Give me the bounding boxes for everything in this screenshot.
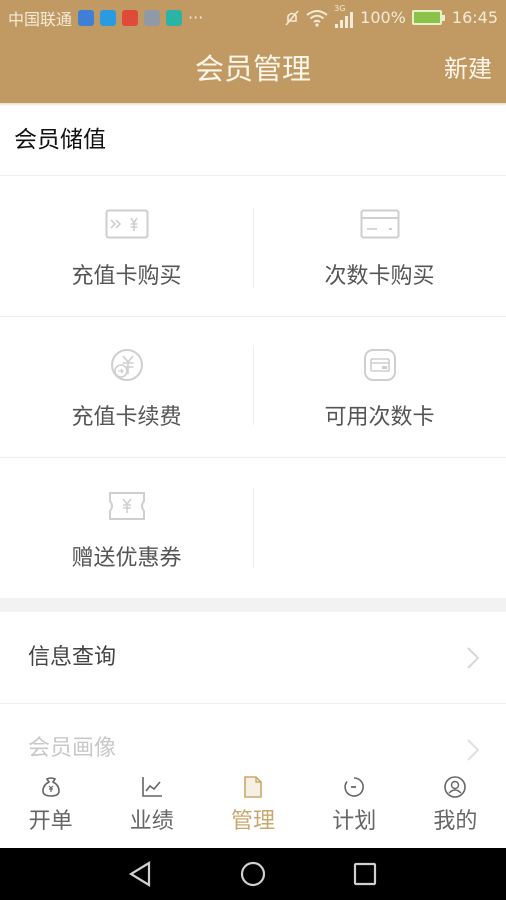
clock: 16:45 bbox=[451, 8, 498, 27]
battery-icon bbox=[411, 10, 445, 25]
grid-item-label: 充值卡续费 bbox=[71, 405, 182, 430]
bottom-tab-bar: 开单 业绩 管理 计划 我的 bbox=[0, 765, 506, 848]
chevron-right-icon bbox=[467, 739, 480, 761]
grid-item-available-count-cards[interactable]: 可用次数卡 bbox=[253, 317, 506, 458]
grid-item-label: 次数卡购买 bbox=[324, 264, 435, 289]
notification-overflow: ··· bbox=[188, 8, 204, 27]
timer-icon bbox=[344, 777, 365, 797]
network-type: 3G bbox=[334, 3, 346, 13]
grid-item-label: 赠送优惠券 bbox=[71, 546, 182, 571]
yuan-renew-icon bbox=[105, 349, 149, 381]
system-nav-bar bbox=[0, 848, 506, 900]
page-title: 会员管理 bbox=[194, 52, 311, 86]
user-circle-icon bbox=[444, 776, 467, 798]
tab-label: 开单 bbox=[28, 809, 73, 834]
tab-billing[interactable]: 开单 bbox=[0, 765, 101, 848]
signal-icon: 3G bbox=[334, 4, 354, 28]
recent-apps-icon[interactable] bbox=[351, 860, 379, 888]
grid-item-count-card-purchase[interactable]: 次数卡购买 bbox=[253, 176, 506, 317]
money-bag-icon bbox=[41, 777, 60, 797]
back-icon[interactable] bbox=[127, 860, 155, 888]
grid-item-label: 充值卡购买 bbox=[71, 264, 182, 289]
coupon-icon bbox=[105, 490, 149, 522]
line-chart-icon bbox=[141, 777, 162, 797]
battery-percent: 100% bbox=[360, 8, 406, 27]
list-item-label: 信息查询 bbox=[28, 645, 117, 670]
tab-label: 业绩 bbox=[129, 809, 174, 834]
section-gap bbox=[0, 598, 506, 612]
tab-label: 计划 bbox=[332, 809, 377, 834]
home-icon[interactable] bbox=[239, 860, 267, 888]
app-header: 会员管理 新建 bbox=[0, 35, 506, 103]
document-icon bbox=[244, 776, 262, 798]
grid-item-recharge-card-renew[interactable]: 充值卡续费 bbox=[0, 317, 253, 458]
grid-item-recharge-card-purchase[interactable]: 充值卡购买 bbox=[0, 176, 253, 317]
tab-performance[interactable]: 业绩 bbox=[101, 765, 202, 848]
tab-management[interactable]: 管理 bbox=[202, 765, 303, 848]
notification-app-icon bbox=[100, 9, 117, 26]
signal-bars-icon bbox=[335, 11, 354, 28]
credit-card-icon bbox=[358, 208, 402, 240]
chevron-right-icon bbox=[467, 647, 480, 669]
mute-icon bbox=[285, 9, 299, 26]
new-button[interactable]: 新建 bbox=[444, 35, 492, 103]
card-transfer-yuan-icon bbox=[105, 208, 149, 240]
tab-label: 我的 bbox=[433, 809, 478, 834]
grid-item-gift-coupon[interactable]: 赠送优惠券 bbox=[0, 458, 253, 599]
tab-label: 管理 bbox=[231, 809, 276, 834]
notification-app-icon bbox=[122, 9, 139, 26]
grid-item-label: 可用次数卡 bbox=[324, 405, 435, 430]
card-wallet-icon bbox=[358, 349, 402, 381]
notification-app-icon bbox=[78, 9, 95, 26]
notification-app-icon bbox=[144, 9, 161, 26]
list-item-info-query[interactable]: 信息查询 bbox=[0, 612, 506, 704]
tab-plan[interactable]: 计划 bbox=[304, 765, 405, 848]
carrier-name: 中国联通 bbox=[8, 9, 73, 29]
column-divider bbox=[253, 488, 254, 568]
status-bar: 中国联通 ··· 3G 100% 16:45 bbox=[0, 0, 506, 35]
section-title: 会员储值 bbox=[14, 127, 106, 153]
tab-mine[interactable]: 我的 bbox=[405, 765, 506, 848]
notification-app-icon bbox=[166, 9, 183, 26]
screen: 中国联通 ··· 3G 100% 16:45 会员管理 新建 会员储值 充值卡购… bbox=[0, 0, 506, 900]
wifi-icon bbox=[306, 9, 328, 27]
